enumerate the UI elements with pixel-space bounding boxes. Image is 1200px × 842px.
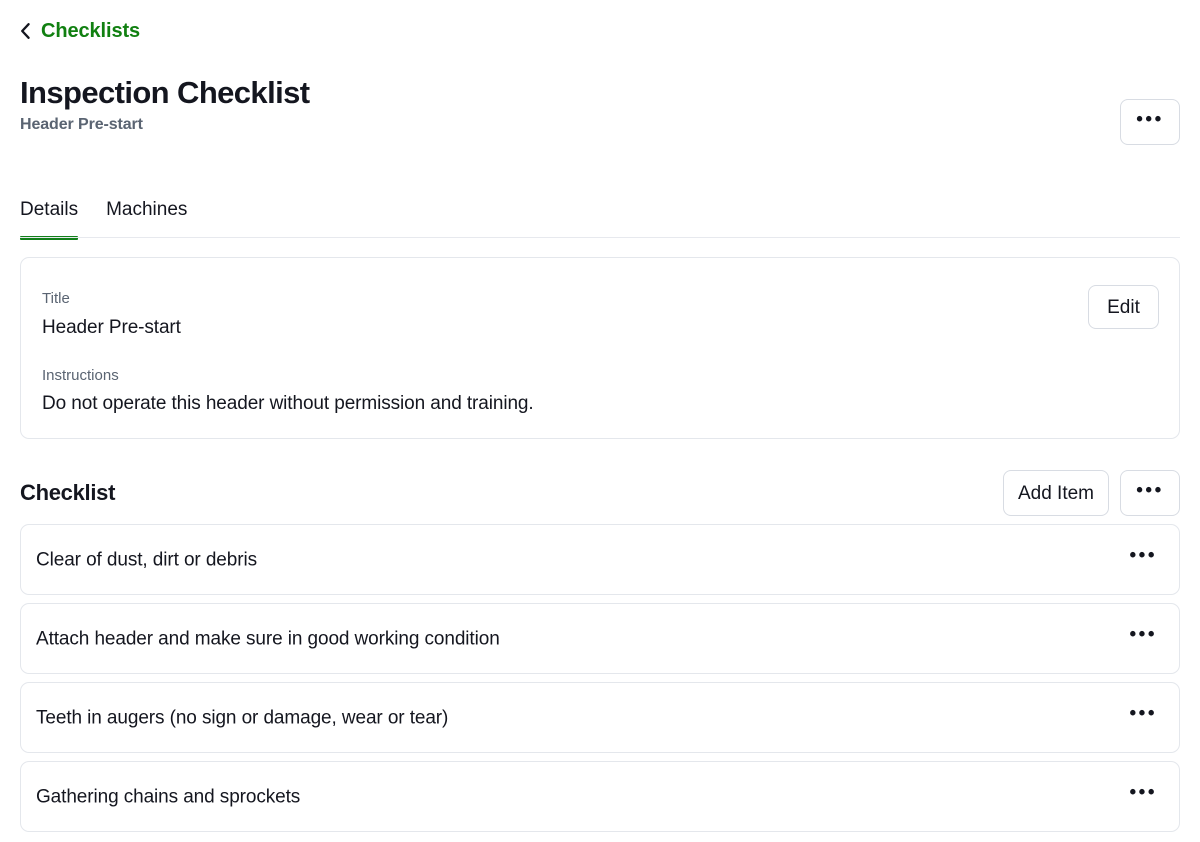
more-horizontal-icon: ••• [1129, 781, 1157, 803]
back-link-label: Checklists [41, 20, 141, 42]
checklist-item-more-button[interactable]: ••• [1123, 702, 1157, 731]
tab-machines-label: Machines [106, 199, 188, 220]
checklist-items-list: Clear of dust, dirt or debris ••• Attach… [20, 524, 1180, 840]
more-horizontal-icon: ••• [1129, 623, 1157, 645]
tab-machines[interactable]: Machines [106, 200, 187, 240]
more-horizontal-icon: ••• [1136, 479, 1164, 501]
table-row[interactable]: Clear of dust, dirt or debris ••• [20, 524, 1180, 595]
add-item-button[interactable]: Add Item [1002, 470, 1109, 516]
checklist-item-label: Attach header and make sure in good work… [36, 628, 500, 649]
checklist-item-more-button[interactable]: ••• [1123, 544, 1157, 573]
checklist-item-label: Teeth in augers (no sign or damage, wear… [36, 707, 449, 728]
checklist-section-header: Checklist Add Item ••• [20, 470, 1180, 516]
tab-details-label: Details [20, 199, 79, 220]
more-horizontal-icon: ••• [1129, 544, 1157, 566]
table-row[interactable]: Attach header and make sure in good work… [20, 603, 1180, 674]
page-title: Inspection Checklist [20, 75, 310, 110]
header-more-button[interactable]: ••• [1120, 99, 1180, 145]
tab-details[interactable]: Details [20, 199, 79, 240]
checklist-item-more-button[interactable]: ••• [1123, 623, 1157, 652]
checklist-detail-page: Checklists Inspection Checklist Header P… [0, 0, 1200, 842]
checklist-item-more-button[interactable]: ••• [1123, 781, 1157, 810]
page-subtitle: Header Pre-start [20, 116, 143, 133]
more-horizontal-icon: ••• [1136, 108, 1164, 130]
table-row[interactable]: Gathering chains and sprockets ••• [20, 761, 1180, 832]
more-horizontal-icon: ••• [1129, 702, 1157, 724]
chevron-left-icon [18, 22, 32, 40]
edit-button[interactable]: Edit [1088, 285, 1159, 329]
checklist-more-button[interactable]: ••• [1120, 470, 1180, 516]
tab-bar: Details Machines [20, 194, 187, 240]
title-field-label: Title [42, 290, 70, 307]
checklist-item-label: Gathering chains and sprockets [36, 786, 301, 807]
tab-divider [20, 237, 1180, 238]
checklist-heading: Checklist [20, 480, 116, 505]
details-card: Title Header Pre-start Instructions Do n… [20, 257, 1180, 439]
checklist-section-actions: Add Item ••• [1002, 470, 1180, 516]
table-row[interactable]: Teeth in augers (no sign or damage, wear… [20, 682, 1180, 753]
title-field-value: Header Pre-start [42, 317, 181, 338]
back-to-checklists-link[interactable]: Checklists [18, 18, 140, 44]
checklist-item-label: Clear of dust, dirt or debris [36, 549, 257, 570]
instructions-field-label: Instructions [42, 367, 119, 384]
page-header: Inspection Checklist Header Pre-start [20, 72, 310, 136]
instructions-field-value: Do not operate this header without permi… [42, 393, 534, 414]
